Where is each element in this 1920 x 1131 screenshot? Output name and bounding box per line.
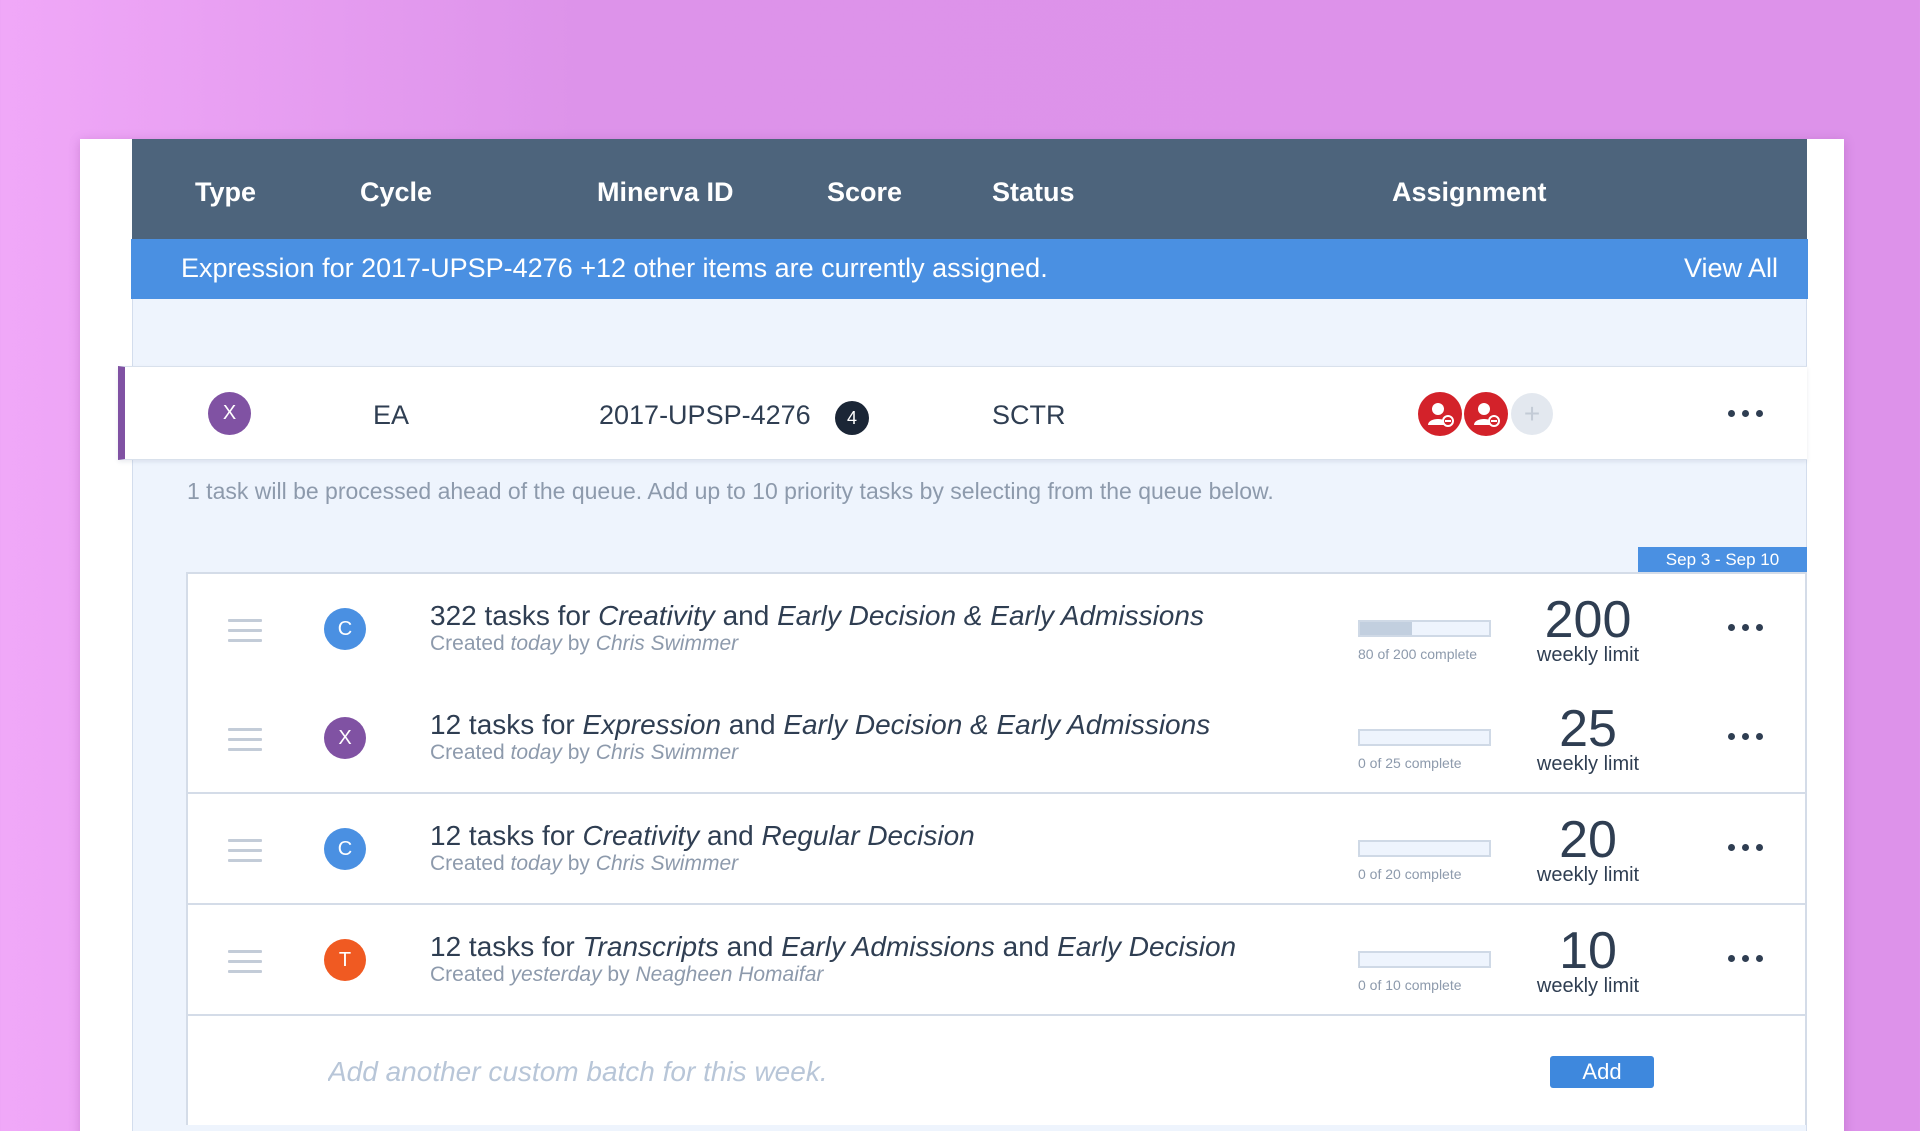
drag-handle-icon[interactable] (228, 728, 262, 758)
priority-info: 1 task will be processed ahead of the qu… (187, 478, 1274, 504)
batch-type: Transcripts (582, 931, 719, 962)
batch-title: 12 tasks for Transcripts and Early Admis… (430, 931, 1237, 962)
column-assignment[interactable]: Assignment (1392, 177, 1547, 208)
progress-label: 80 of 200 complete (1358, 646, 1478, 662)
column-type[interactable]: Type (195, 177, 256, 208)
more-horizontal-icon[interactable] (1728, 955, 1763, 962)
batch-created-by: Created today by Chris Swimmer (430, 632, 739, 655)
batch-title: 12 tasks for Expression and Early Decisi… (430, 709, 1211, 740)
weekly-limit-value: 25 (1559, 700, 1617, 758)
selected-item-row[interactable]: X EA 2017-UPSP-4276 4 SCTR + (118, 366, 1807, 460)
batch-row[interactable]: C 12 tasks for Creativity and Regular Dec… (188, 794, 1805, 905)
weekly-limit-value: 20 (1559, 811, 1617, 869)
type-badge: X (324, 717, 366, 759)
weekly-limit-label: weekly limit (1536, 644, 1640, 666)
batch-decision: Early Decision & Early Admissions (783, 709, 1211, 740)
batch-decision: Early Admissions (781, 931, 995, 962)
batch-title: 322 tasks for Creativity and Early Decis… (430, 600, 1204, 631)
batch-created-by: Created today by Chris Swimmer (430, 741, 739, 764)
user-remove-icon[interactable] (1464, 392, 1508, 436)
weekly-limit-value: 200 (1544, 591, 1632, 649)
minerva-id-value[interactable]: 2017-UPSP-4276 (599, 400, 811, 431)
batch-decision: Early Decision (1057, 931, 1237, 962)
batch-type: Expression (582, 709, 722, 740)
progress-fill (1360, 622, 1412, 635)
type-badge: X (208, 392, 251, 435)
alert-message: Expression for 2017-UPSP-4276 +12 other … (181, 253, 1048, 283)
type-badge: T (324, 939, 366, 981)
drag-handle-icon[interactable] (228, 619, 262, 649)
batch-type: Creativity (598, 600, 715, 631)
batch-list: C 322 tasks for Creativity and Early Deci… (186, 572, 1807, 1125)
column-minerva-id[interactable]: Minerva ID (597, 177, 734, 208)
score-badge: 4 (835, 401, 869, 435)
add-batch-row: Add (188, 1018, 1805, 1125)
batch-created-by: Created today by Chris Swimmer (430, 852, 739, 875)
more-horizontal-icon[interactable] (1728, 410, 1763, 417)
batch-created-by: Created yesterday by Neagheen Homaifar (430, 963, 824, 986)
add-batch-button[interactable]: Add (1550, 1056, 1654, 1088)
weekly-limit-label: weekly limit (1536, 975, 1640, 997)
user-remove-icon[interactable] (1418, 392, 1462, 436)
progress-bar (1358, 840, 1491, 857)
type-badge: C (324, 828, 366, 870)
cycle-value: EA (373, 400, 410, 430)
assignment-alert: Expression for 2017-UPSP-4276 +12 other … (131, 239, 1808, 299)
weekly-limit-value: 10 (1559, 922, 1617, 980)
batch-type: Creativity (582, 820, 700, 851)
progress-label: 0 of 25 complete (1358, 755, 1462, 771)
status-value: SCTR (992, 400, 1066, 430)
type-badge: C (324, 608, 366, 650)
progress-bar (1358, 729, 1491, 746)
column-cycle[interactable]: Cycle (360, 177, 432, 208)
weekly-limit-label: weekly limit (1536, 864, 1640, 886)
batch-row[interactable]: C 322 tasks for Creativity and Early Deci… (188, 574, 1805, 685)
custom-batch-input[interactable] (328, 1056, 1228, 1088)
progress-label: 0 of 10 complete (1358, 977, 1462, 993)
batch-row[interactable]: T 12 tasks for Transcripts and Early Admi… (188, 905, 1805, 1016)
add-assignee-icon[interactable]: + (1511, 393, 1553, 435)
batch-decision: Regular Decision (761, 820, 975, 851)
week-range-badge: Sep 3 - Sep 10 (1638, 547, 1807, 573)
drag-handle-icon[interactable] (228, 950, 262, 980)
progress-bar (1358, 951, 1491, 968)
progress-label: 0 of 20 complete (1358, 866, 1462, 882)
drag-handle-icon[interactable] (228, 839, 262, 869)
batch-row[interactable]: X 12 tasks for Expression and Early Decis… (188, 683, 1805, 794)
batch-title: 12 tasks for Creativity and Regular Deci… (430, 820, 975, 851)
more-horizontal-icon[interactable] (1728, 733, 1763, 740)
more-horizontal-icon[interactable] (1728, 624, 1763, 631)
weekly-limit-label: weekly limit (1536, 753, 1640, 775)
progress-bar (1358, 620, 1491, 637)
batch-decision: Early Decision & Early Admissions (777, 600, 1204, 631)
view-all-link[interactable]: View All (1684, 253, 1778, 284)
column-status[interactable]: Status (992, 177, 1075, 208)
table-header: Type Cycle Minerva ID Score Status Assig… (132, 139, 1807, 239)
column-score[interactable]: Score (827, 177, 902, 208)
more-horizontal-icon[interactable] (1728, 844, 1763, 851)
